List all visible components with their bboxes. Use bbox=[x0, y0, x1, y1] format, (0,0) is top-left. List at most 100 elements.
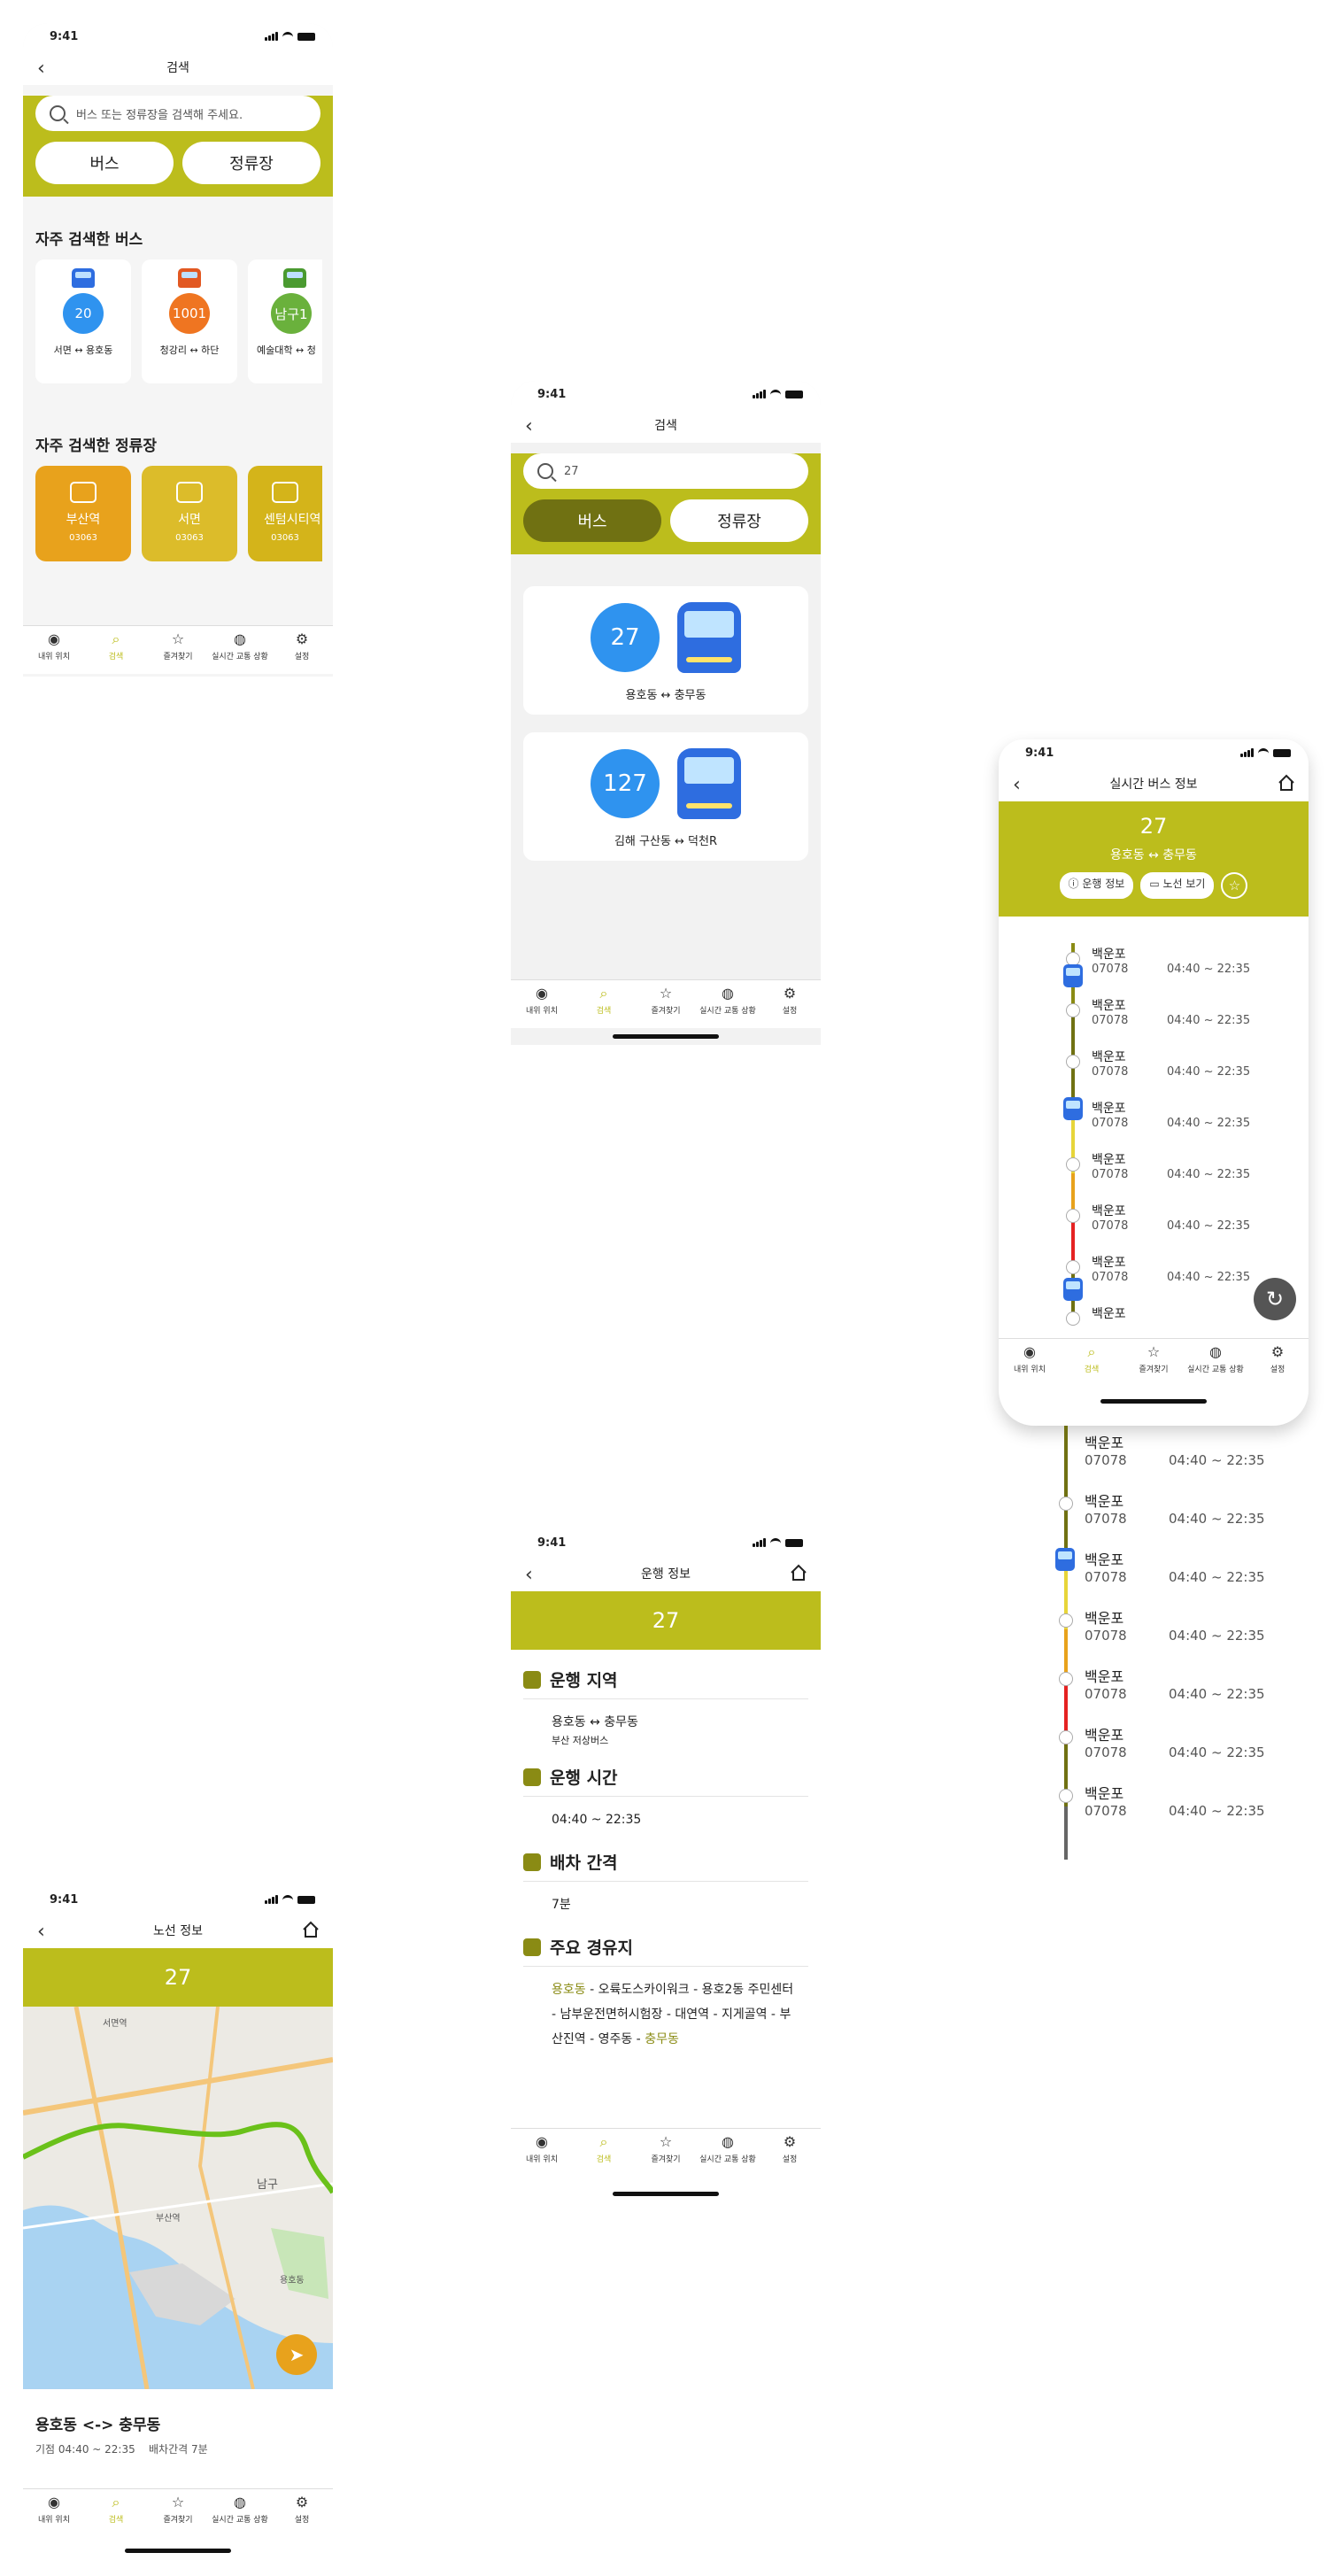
tab-my-location[interactable]: ◉ 내위 위치 bbox=[23, 2489, 85, 2537]
stop-row[interactable]: 백운포 07078 04:40 ~ 22:35 bbox=[992, 1663, 1301, 1721]
stop-row[interactable]: 백운포 07078 04:40 ~ 22:35 bbox=[992, 1488, 1301, 1546]
stop-row[interactable]: 백운포 07078 04:40 ~ 22:35 bbox=[999, 1200, 1309, 1251]
nav-bar: ‹ 노선 정보 bbox=[23, 1913, 333, 1948]
tab-traffic[interactable]: ◍ 실시간 교통 상황 bbox=[1185, 1339, 1247, 1387]
stop-tab[interactable]: 정류장 bbox=[182, 142, 320, 184]
bus-tab[interactable]: 버스 bbox=[35, 142, 174, 184]
bus-card[interactable]: 남구1 예술대학 ↔ 청 bbox=[248, 259, 322, 383]
battery-icon bbox=[785, 390, 803, 398]
wifi-icon bbox=[1258, 747, 1269, 758]
stop-card[interactable]: 센텀시티역 03063 bbox=[248, 466, 322, 561]
nav-bar: ‹ 검색 bbox=[23, 50, 333, 85]
tab-my-location[interactable]: ◉ 내위 위치 bbox=[511, 2129, 573, 2177]
tab-favorites[interactable]: ☆ 즐겨찾기 bbox=[635, 2129, 697, 2177]
stop-marker-icon bbox=[1066, 1311, 1080, 1326]
stop-tab[interactable]: 정류장 bbox=[670, 499, 808, 542]
wifi-icon bbox=[770, 1537, 781, 1548]
stop-row[interactable]: 백운포 07078 04:40 ~ 22:35 bbox=[999, 1046, 1309, 1097]
stop-row[interactable]: 백운포 07078 04:40 ~ 22:35 bbox=[999, 943, 1309, 994]
wifi-icon bbox=[282, 1894, 293, 1905]
bus-card[interactable]: 1001 청강리 ↔ 하단 bbox=[142, 259, 237, 383]
stop-row[interactable]: 백운포 07078 04:40 ~ 22:35 bbox=[992, 1429, 1301, 1488]
stop-row[interactable]: 백운포 07078 04:40 ~ 22:35 bbox=[992, 1780, 1301, 1838]
bus-header: 27 bbox=[511, 1591, 821, 1650]
route-button[interactable]: ▭ 노선 보기 bbox=[1140, 872, 1215, 899]
favorite-star-icon[interactable]: ☆ bbox=[1221, 872, 1248, 899]
status-time: 9:41 bbox=[1025, 746, 1054, 760]
bus-position-icon bbox=[1055, 1548, 1075, 1571]
tab-settings[interactable]: ⚙ 설정 bbox=[271, 2489, 333, 2537]
bus-tab[interactable]: 버스 bbox=[523, 499, 661, 542]
stop-row[interactable]: 백운포 07078 04:40 ~ 22:35 bbox=[992, 1605, 1301, 1663]
stop-card[interactable]: 부산역 03063 bbox=[35, 466, 131, 561]
home-icon[interactable] bbox=[789, 1563, 808, 1582]
search-icon bbox=[50, 105, 66, 121]
person-pin-icon: ◉ bbox=[48, 630, 60, 647]
home-icon[interactable] bbox=[301, 1920, 320, 1939]
back-icon[interactable]: ‹ bbox=[37, 1921, 45, 1943]
stop-row[interactable]: 백운포 07078 04:40 ~ 22:35 bbox=[999, 1149, 1309, 1200]
status-bar: 9:41 bbox=[999, 739, 1309, 766]
bus-icon bbox=[677, 602, 741, 673]
tab-search[interactable]: ⌕ 검색 bbox=[85, 626, 147, 674]
stop-code: 03063 bbox=[175, 533, 204, 543]
locate-button[interactable]: ➤ bbox=[276, 2334, 317, 2375]
route-map[interactable]: 남구 서면역 부산역 용호동 ➤ bbox=[23, 2007, 333, 2389]
tab-traffic[interactable]: ◍ 실시간 교통 상황 bbox=[697, 980, 759, 1028]
bus-icon bbox=[677, 748, 741, 819]
bus-number: 127 bbox=[591, 749, 660, 818]
gear-icon: ⚙ bbox=[295, 630, 309, 647]
back-icon[interactable]: ‹ bbox=[525, 415, 533, 437]
search-input[interactable]: 27 bbox=[523, 453, 808, 489]
stop-card[interactable]: 서면 03063 bbox=[142, 466, 237, 561]
bus-position-icon bbox=[1063, 1097, 1083, 1120]
home-indicator bbox=[1100, 1399, 1207, 1404]
tab-bar: ◉ 내위 위치 ⌕ 검색 ☆ 즐겨찾기 ◍ 실시간 교통 상황 ⚙ 설정 bbox=[511, 979, 821, 1028]
back-icon[interactable]: ‹ bbox=[525, 1564, 533, 1586]
bus-result-card[interactable]: 27 용호동 ↔ 충무동 bbox=[523, 586, 808, 715]
bus-result-card[interactable]: 127 김해 구산동 ↔ 덕천R bbox=[523, 732, 808, 861]
nav-bar: ‹ 실시간 버스 정보 bbox=[999, 766, 1309, 801]
search-icon: ⌕ bbox=[1087, 1343, 1096, 1360]
tab-traffic[interactable]: ◍ 실시간 교통 상황 bbox=[209, 2489, 271, 2537]
tab-traffic[interactable]: ◍ 실시간 교통 상황 bbox=[697, 2129, 759, 2177]
tab-search[interactable]: ⌕ 검색 bbox=[573, 980, 635, 1028]
stop-row[interactable]: 백운포 07078 04:40 ~ 22:35 bbox=[999, 994, 1309, 1046]
stop-code: 03063 bbox=[271, 533, 299, 543]
home-icon[interactable] bbox=[1277, 773, 1296, 793]
stop-row[interactable]: 백운포 07078 04:40 ~ 22:35 bbox=[992, 1546, 1301, 1605]
battery-icon bbox=[1273, 748, 1291, 757]
map-canvas bbox=[23, 2007, 333, 2389]
tab-my-location[interactable]: ◉ 내위 위치 bbox=[23, 626, 85, 674]
globe-icon: ◍ bbox=[722, 2133, 734, 2150]
page-title: 운행 정보 bbox=[641, 1567, 691, 1582]
tab-my-location[interactable]: ◉ 내위 위치 bbox=[511, 980, 573, 1028]
stop-row[interactable]: 백운포 07078 04:40 ~ 22:35 bbox=[999, 1097, 1309, 1149]
tab-settings[interactable]: ⚙ 설정 bbox=[759, 980, 821, 1028]
tab-traffic[interactable]: ◍ 실시간 교통 상황 bbox=[209, 626, 271, 674]
tab-favorites[interactable]: ☆ 즐겨찾기 bbox=[1123, 1339, 1185, 1387]
tab-favorites[interactable]: ☆ 즐겨찾기 bbox=[147, 626, 209, 674]
bus-stop-icon bbox=[176, 482, 203, 503]
tab-settings[interactable]: ⚙ 설정 bbox=[271, 626, 333, 674]
tab-settings[interactable]: ⚙ 설정 bbox=[759, 2129, 821, 2177]
person-pin-icon: ◉ bbox=[1023, 1343, 1036, 1360]
search-input[interactable]: 버스 또는 정류장을 검색해 주세요. bbox=[35, 96, 320, 131]
tab-search[interactable]: ⌕ 검색 bbox=[1061, 1339, 1123, 1387]
refresh-button[interactable]: ↻ bbox=[1254, 1278, 1296, 1320]
tab-my-location[interactable]: ◉ 내위 위치 bbox=[999, 1339, 1061, 1387]
frequent-bus-list: 20 서면 ↔ 용호동 1001 청강리 ↔ 하단 남구1 예술대학 ↔ 청 bbox=[23, 259, 333, 383]
bus-card[interactable]: 20 서면 ↔ 용호동 bbox=[35, 259, 131, 383]
tab-search[interactable]: ⌕ 검색 bbox=[573, 2129, 635, 2177]
bus-stop-icon bbox=[272, 482, 298, 503]
back-icon[interactable]: ‹ bbox=[1013, 774, 1021, 796]
info-button[interactable]: ⓘ 운행 정보 bbox=[1059, 872, 1134, 899]
tab-favorites[interactable]: ☆ 즐겨찾기 bbox=[635, 980, 697, 1028]
tab-favorites[interactable]: ☆ 즐겨찾기 bbox=[147, 2489, 209, 2537]
tab-settings[interactable]: ⚙ 설정 bbox=[1247, 1339, 1309, 1387]
stop-row[interactable]: 백운포 07078 04:40 ~ 22:35 bbox=[992, 1721, 1301, 1780]
page-title: 검색 bbox=[654, 419, 677, 433]
bus-position-icon bbox=[1063, 1278, 1083, 1301]
back-icon[interactable]: ‹ bbox=[37, 58, 45, 80]
tab-search[interactable]: ⌕ 검색 bbox=[85, 2489, 147, 2537]
